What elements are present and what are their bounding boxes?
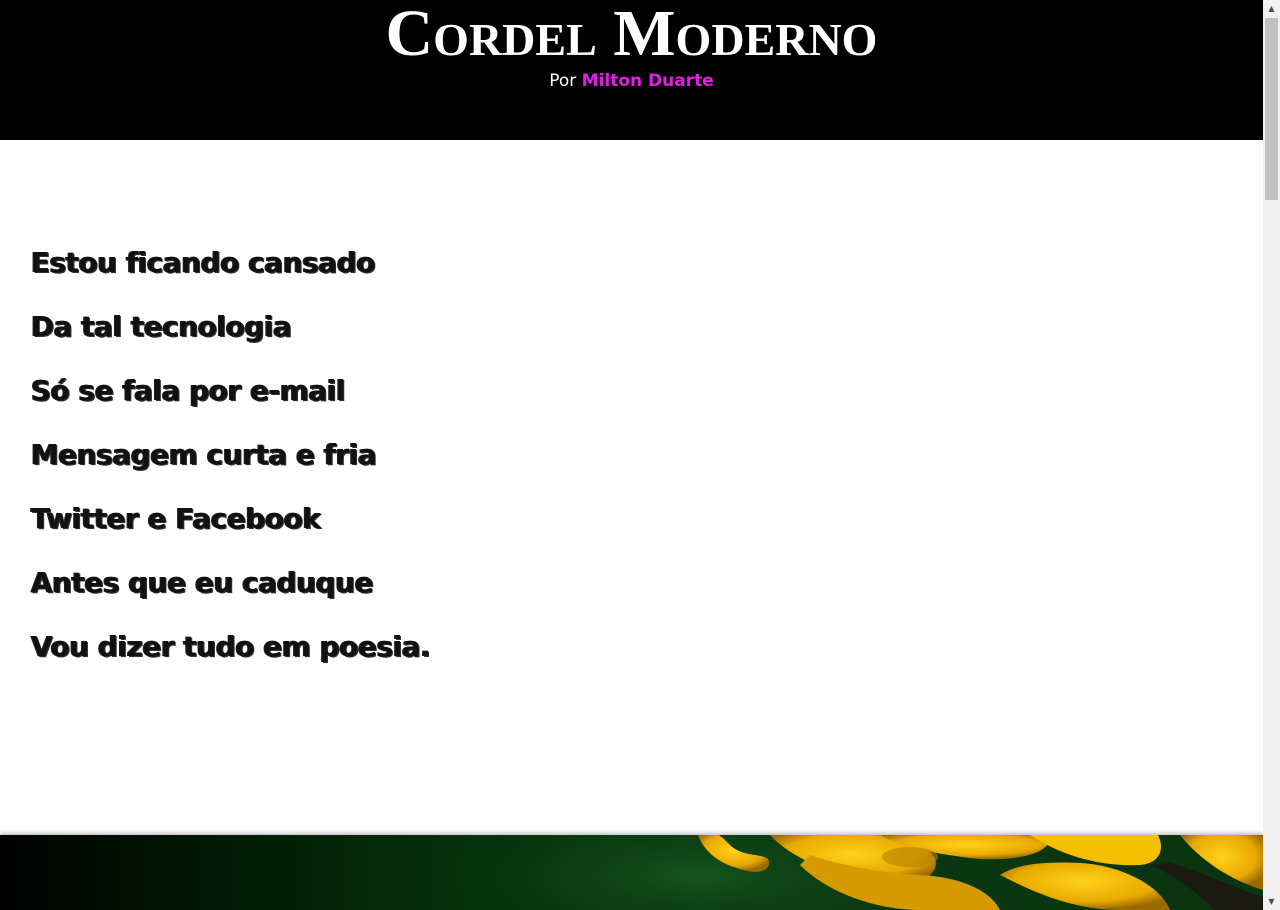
flowers-illustration (440, 835, 1263, 910)
scrollbar-thumb[interactable] (1265, 18, 1278, 200)
poem: Estou ficando cansado Da tal tecnologia … (31, 241, 431, 689)
scroll-down-arrow-icon[interactable]: ▼ (1263, 893, 1280, 910)
poem-verse: Antes que eu caduque (31, 566, 374, 599)
poem-verse: Mensagem curta e fria (31, 438, 377, 471)
author-link[interactable]: Milton Duarte (582, 71, 714, 91)
vertical-scrollbar[interactable]: ▲ ▼ (1263, 0, 1280, 910)
byline-prefix: Por (549, 71, 577, 91)
site-header: Cordel Moderno Por Milton Duarte (0, 0, 1263, 140)
poem-verse: Estou ficando cansado (31, 246, 376, 279)
page: Cordel Moderno Por Milton Duarte Estou f… (0, 0, 1263, 910)
poem-verse: Twitter e Facebook (31, 502, 321, 535)
site-title: Cordel Moderno (385, 0, 878, 70)
poem-verse: Vou dizer tudo em poesia. (31, 630, 431, 663)
yellow-flowers-photo (0, 835, 1263, 910)
poem-verse: Só se fala por e-mail (31, 374, 346, 407)
byline: Por Milton Duarte (0, 70, 1263, 92)
scroll-up-arrow-icon[interactable]: ▲ (1263, 0, 1280, 17)
poem-verse: Da tal tecnologia (31, 310, 292, 343)
